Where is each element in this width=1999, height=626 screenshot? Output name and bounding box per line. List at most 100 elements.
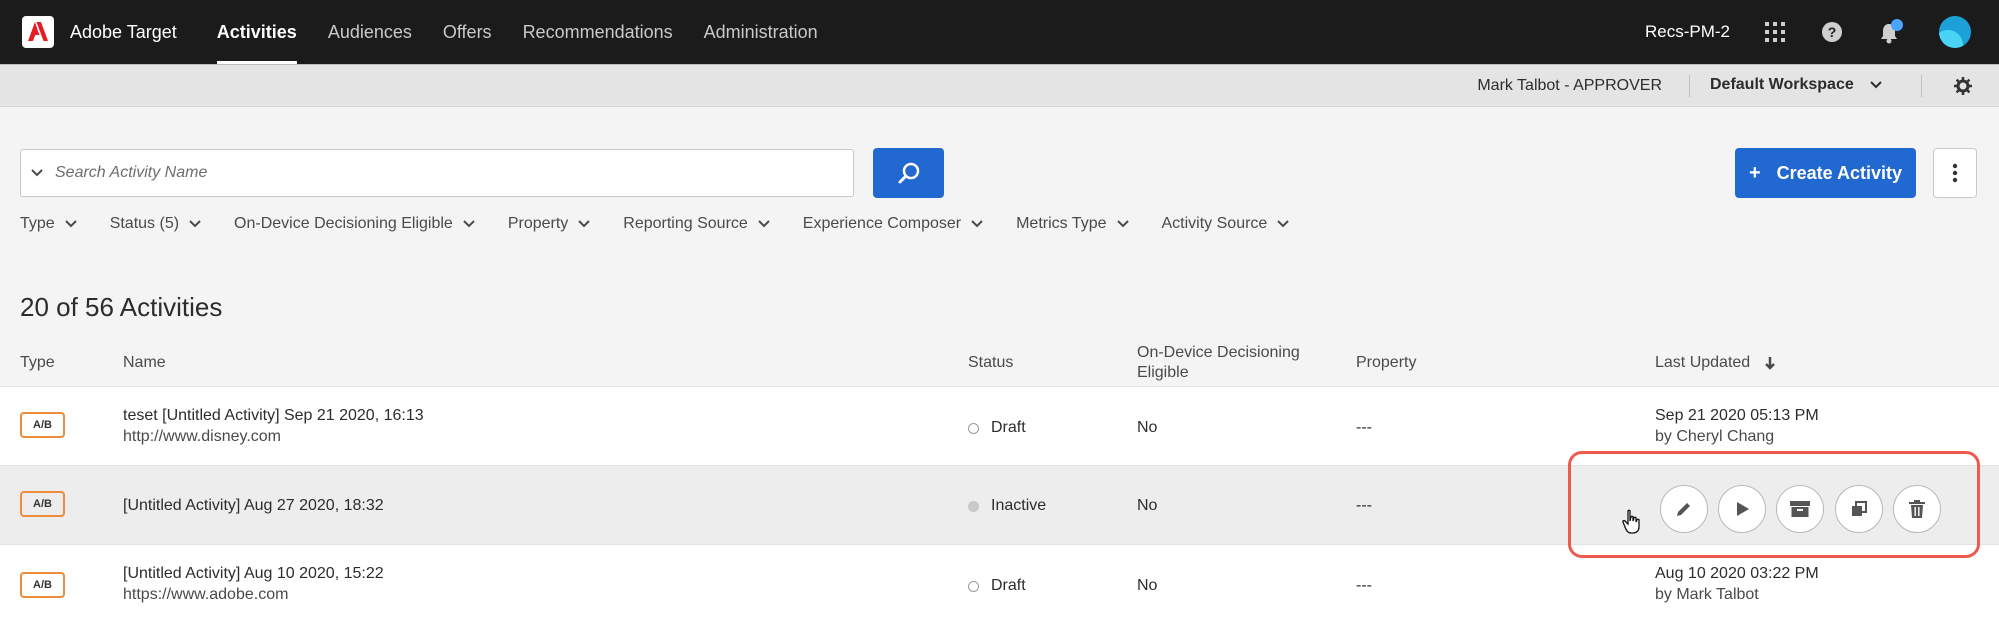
filter-label: Status (5) [109,215,180,232]
status-cell: Inactive [968,497,1046,515]
column-header-property[interactable]: Property [1356,354,1416,372]
filter-label: Type [20,215,55,232]
divider [1921,75,1922,97]
chevron-down-icon [1116,220,1129,228]
svg-text:?: ? [1828,24,1837,40]
chevron-down-icon [1277,220,1290,228]
edit-icon [1677,503,1690,516]
nav-activities[interactable]: Activities [216,0,297,64]
create-activity-label: Create Activity [1776,162,1903,183]
status-dot-icon [968,580,979,592]
table-header: Type Name Status On-Device Decisioning E… [0,340,1999,386]
activity-name[interactable]: [Untitled Activity] Aug 27 2020, 18:32 [123,497,384,514]
filter-type[interactable]: Type [20,215,77,233]
status-text: Draft [991,419,1026,436]
on-device-value: No [1137,419,1158,436]
filter-activity-source[interactable]: Activity Source [1162,215,1290,233]
search-button[interactable] [873,148,944,198]
brand[interactable]: Adobe Target [22,16,177,48]
filter-experience-composer[interactable]: Experience Composer [803,215,983,233]
chevron-down-icon [463,220,475,228]
adobe-logo-icon [22,16,54,48]
nav-offers[interactable]: Offers [443,0,492,64]
column-header-status[interactable]: Status [968,354,1013,372]
activity-count: 20 of 56 Activities [20,292,223,322]
activity-name-cell: [Untitled Activity] Aug 27 2020, 18:32 [123,497,384,515]
nav-administration[interactable]: Administration [704,0,818,64]
search-input[interactable] [55,164,815,182]
status-dot-icon [968,422,979,434]
filter-label: Reporting Source [623,215,748,232]
type-badge: A/B [20,412,65,438]
chevron-down-icon [578,220,590,228]
on-device-value: No [1137,577,1158,594]
column-header-last-updated[interactable]: Last Updated [1655,354,1776,372]
more-options-button[interactable] [1933,148,1977,198]
last-updated-cell: Aug 10 2020 03:22 PM by Mark Talbot [1655,565,1819,604]
chevron-down-icon [971,220,983,228]
activity-url: http://www.disney.com [123,428,281,445]
avatar[interactable] [1939,16,1971,48]
column-header-name[interactable]: Name [123,354,166,372]
app-name: Adobe Target [70,21,177,42]
activate-button[interactable] [1718,485,1766,533]
top-navigation: Adobe Target Activities Audiences Offers… [0,0,1999,64]
property-value: --- [1356,497,1372,514]
filter-label: Metrics Type [1016,215,1107,232]
filter-label: Activity Source [1161,215,1268,232]
nav-recommendations[interactable]: Recommendations [523,0,673,64]
row-actions-highlight [1568,451,1980,558]
filter-bar: Type Status (5) On-Device Decisioning El… [20,213,1290,235]
last-updated-by: by Cheryl Chang [1655,428,1775,445]
nav-audiences[interactable]: Audiences [328,0,412,64]
divider [1689,75,1690,97]
search-icon [898,162,919,184]
sort-descending-icon[interactable] [1764,356,1776,370]
chevron-down-icon [1870,81,1882,89]
status-text: Inactive [991,497,1047,514]
filter-status[interactable]: Status (5) [110,215,201,233]
edit-button[interactable] [1660,485,1708,533]
filter-reporting-source[interactable]: Reporting Source [623,215,770,233]
column-header-on-device[interactable]: On-Device Decisioning Eligible [1137,343,1300,383]
filter-label: Property [507,215,569,232]
activity-name[interactable]: [Untitled Activity] Aug 10 2020, 15:22 [123,565,384,582]
chevron-down-icon[interactable] [31,169,43,177]
workspace-label: Default Workspace [1710,76,1854,93]
workspace-dropdown[interactable]: Default Workspace [1710,76,1882,94]
user-role: Mark Talbot - APPROVER [1477,77,1662,94]
chevron-down-icon [189,220,201,228]
apps-grid-icon[interactable] [1764,21,1786,43]
archive-button[interactable] [1776,485,1824,533]
gear-icon[interactable] [1954,77,1972,100]
type-badge: A/B [20,491,65,517]
filter-property[interactable]: Property [508,215,590,233]
copy-icon [1852,501,1867,516]
status-cell: Draft [968,577,1026,595]
org-switcher[interactable]: Recs-PM-2 [1645,22,1730,42]
last-updated-date: Sep 21 2020 05:13 PM [1655,407,1819,424]
main-nav: Activities Audiences Offers Recommendati… [216,0,849,64]
last-updated-cell: Sep 21 2020 05:13 PM by Cheryl Chang [1655,407,1819,446]
help-icon[interactable]: ? [1821,21,1843,43]
status-text: Draft [991,577,1026,594]
delete-button[interactable] [1893,485,1941,533]
hand-cursor-icon [1622,509,1642,540]
filter-label: Experience Composer [802,215,962,232]
archive-icon [1790,501,1810,517]
status-cell: Draft [968,419,1026,437]
property-value: --- [1356,419,1372,436]
search-bar [20,149,854,197]
notifications-icon[interactable] [1878,19,1904,45]
last-updated-by: by Mark Talbot [1655,586,1759,603]
activity-url: https://www.adobe.com [123,586,289,603]
activity-name[interactable]: teset [Untitled Activity] Sep 21 2020, 1… [123,407,424,424]
filter-label: On-Device Decisioning Eligible [234,215,453,232]
header-label: Last Updated [1655,354,1751,371]
column-header-type[interactable]: Type [20,354,55,372]
filter-on-device[interactable]: On-Device Decisioning Eligible [234,215,475,233]
copy-button[interactable] [1835,485,1883,533]
on-device-value: No [1137,497,1158,514]
create-activity-button[interactable]: + Create Activity [1735,148,1916,198]
filter-metrics-type[interactable]: Metrics Type [1016,215,1129,233]
